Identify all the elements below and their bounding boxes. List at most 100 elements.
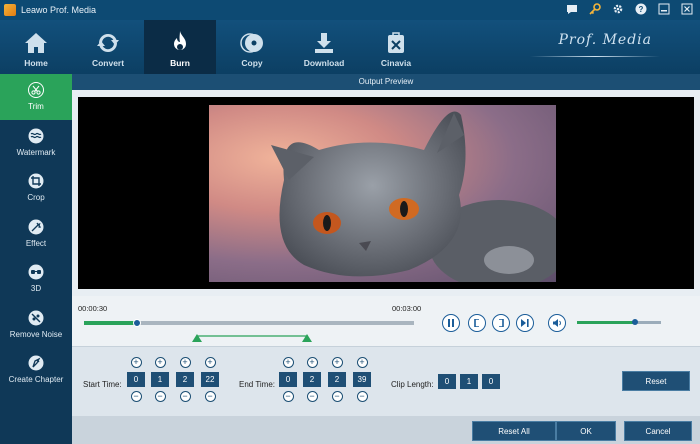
sidebar-item-create-chapter[interactable]: Create Chapter xyxy=(0,347,72,393)
volume-slider[interactable] xyxy=(577,319,661,325)
watermark-icon xyxy=(28,128,44,144)
start-time-label: Start Time: xyxy=(83,380,122,389)
decrement-button[interactable]: − xyxy=(179,391,191,402)
start-second-value[interactable]: 2 xyxy=(176,372,194,387)
increment-button[interactable]: + xyxy=(204,357,216,368)
start-frame-spinner[interactable]: +22 − xyxy=(201,357,219,402)
decrement-button[interactable]: − xyxy=(154,391,166,402)
app-title: Leawo Prof. Media xyxy=(21,5,97,15)
end-minute-value[interactable]: 2 xyxy=(303,372,321,387)
gear-icon[interactable] xyxy=(611,2,625,16)
increment-button[interactable]: + xyxy=(356,357,368,368)
reset-button[interactable]: Reset xyxy=(622,371,690,391)
increment-button[interactable]: + xyxy=(130,357,142,368)
end-frame-spinner[interactable]: +39 − xyxy=(353,357,371,402)
download-icon xyxy=(315,33,333,53)
end-second-spinner[interactable]: +2 − xyxy=(328,357,346,402)
cinavia-icon xyxy=(388,32,404,53)
sidebar-item-watermark[interactable]: Watermark xyxy=(0,120,72,166)
sidebar-item-label: 3D xyxy=(30,284,42,294)
clip-minute-value: 1 xyxy=(460,374,478,389)
start-minute-value[interactable]: 1 xyxy=(151,372,169,387)
next-frame-button[interactable] xyxy=(516,314,534,332)
sidebar-item-effect[interactable]: Effect xyxy=(0,211,72,257)
clip-hour-value: 0 xyxy=(438,374,456,389)
start-frame-value[interactable]: 22 xyxy=(201,372,219,387)
scissors-icon xyxy=(28,82,44,99)
tab-download-label: Download xyxy=(303,58,345,68)
convert-icon xyxy=(97,33,119,53)
tab-home[interactable]: Home xyxy=(0,20,72,74)
sidebar-item-label: Remove Noise xyxy=(9,329,63,339)
tab-burn[interactable]: Burn xyxy=(144,20,216,74)
preview-frame-image xyxy=(209,105,556,282)
start-minute-spinner[interactable]: +1 − xyxy=(151,357,169,402)
end-minute-spinner[interactable]: +2 − xyxy=(303,357,321,402)
edit-sidebar: Trim Watermark Crop Effect 3D Remove Noi… xyxy=(0,74,72,444)
end-frame-value[interactable]: 39 xyxy=(353,372,371,387)
chat-icon[interactable] xyxy=(565,2,579,16)
decrement-button[interactable]: − xyxy=(331,391,343,402)
tab-copy[interactable]: Copy xyxy=(216,20,288,74)
sidebar-item-remove-noise[interactable]: Remove Noise xyxy=(0,302,72,348)
volume-level xyxy=(577,321,635,324)
brand-logo: Prof. Media xyxy=(558,32,652,48)
set-start-button[interactable] xyxy=(468,314,486,332)
tab-download[interactable]: Download xyxy=(288,20,360,74)
app-logo-icon xyxy=(4,4,16,16)
reset-all-button[interactable]: Reset All xyxy=(472,421,556,441)
clip-length-label: Clip Length: xyxy=(391,380,434,389)
decrement-button[interactable]: − xyxy=(282,391,294,402)
create-chapter-icon xyxy=(28,355,44,371)
decrement-button[interactable]: − xyxy=(204,391,216,402)
pause-icon xyxy=(448,319,454,327)
effect-icon xyxy=(28,219,44,235)
tab-convert[interactable]: Convert xyxy=(72,20,144,74)
main-panel: Output Preview 00:00:30 00:03:00 Start T… xyxy=(72,74,700,444)
increment-button[interactable]: + xyxy=(179,357,191,368)
sidebar-item-label: Watermark xyxy=(16,147,56,157)
trim-controls: Start Time: +0− +1− +2− +22− End Time: +… xyxy=(72,346,700,416)
help-icon[interactable]: ? xyxy=(634,2,648,16)
tab-cinavia[interactable]: Cinavia xyxy=(360,20,432,74)
decrement-button[interactable]: − xyxy=(356,391,368,402)
timeline-track[interactable] xyxy=(84,319,414,327)
increment-button[interactable]: + xyxy=(154,357,166,368)
decrement-button[interactable]: − xyxy=(306,391,318,402)
increment-button[interactable]: + xyxy=(306,357,318,368)
sidebar-item-trim[interactable]: Trim xyxy=(0,74,72,120)
end-hour-value[interactable]: 0 xyxy=(279,372,297,387)
close-icon[interactable] xyxy=(680,2,694,16)
bracket-right-icon xyxy=(499,319,504,327)
volume-handle[interactable] xyxy=(631,319,638,325)
end-timestamp: 00:03:00 xyxy=(392,304,422,313)
preview-header: Output Preview xyxy=(72,74,700,90)
end-hour-spinner[interactable]: +0 − xyxy=(279,357,297,402)
clip-second-value: 0 xyxy=(482,374,500,389)
3d-glasses-icon xyxy=(28,264,44,280)
increment-button[interactable]: + xyxy=(282,357,294,368)
ok-button[interactable]: OK xyxy=(556,421,616,441)
sidebar-item-3d[interactable]: 3D xyxy=(0,256,72,302)
pause-button[interactable] xyxy=(442,314,460,332)
start-second-spinner[interactable]: +2 − xyxy=(176,357,194,402)
decrement-button[interactable]: − xyxy=(130,391,142,402)
increment-button[interactable]: + xyxy=(331,357,343,368)
playhead-handle[interactable] xyxy=(132,319,141,327)
end-time-label: End Time: xyxy=(239,380,276,389)
minimize-icon[interactable] xyxy=(657,2,671,16)
start-hour-value[interactable]: 0 xyxy=(127,372,145,387)
video-preview xyxy=(78,97,694,289)
start-timestamp: 00:00:30 xyxy=(78,304,108,313)
set-end-button[interactable] xyxy=(492,314,510,332)
cancel-button[interactable]: Cancel xyxy=(624,421,692,441)
key-icon[interactable] xyxy=(588,2,602,16)
volume-button[interactable] xyxy=(548,314,566,332)
svg-text:?: ? xyxy=(639,5,644,14)
sidebar-item-label: Effect xyxy=(25,238,47,248)
copy-icon xyxy=(240,33,263,53)
end-second-value[interactable]: 2 xyxy=(328,372,346,387)
sidebar-item-crop[interactable]: Crop xyxy=(0,165,72,211)
start-hour-spinner[interactable]: +0 − xyxy=(127,357,145,402)
trim-range-marker[interactable] xyxy=(192,330,312,342)
